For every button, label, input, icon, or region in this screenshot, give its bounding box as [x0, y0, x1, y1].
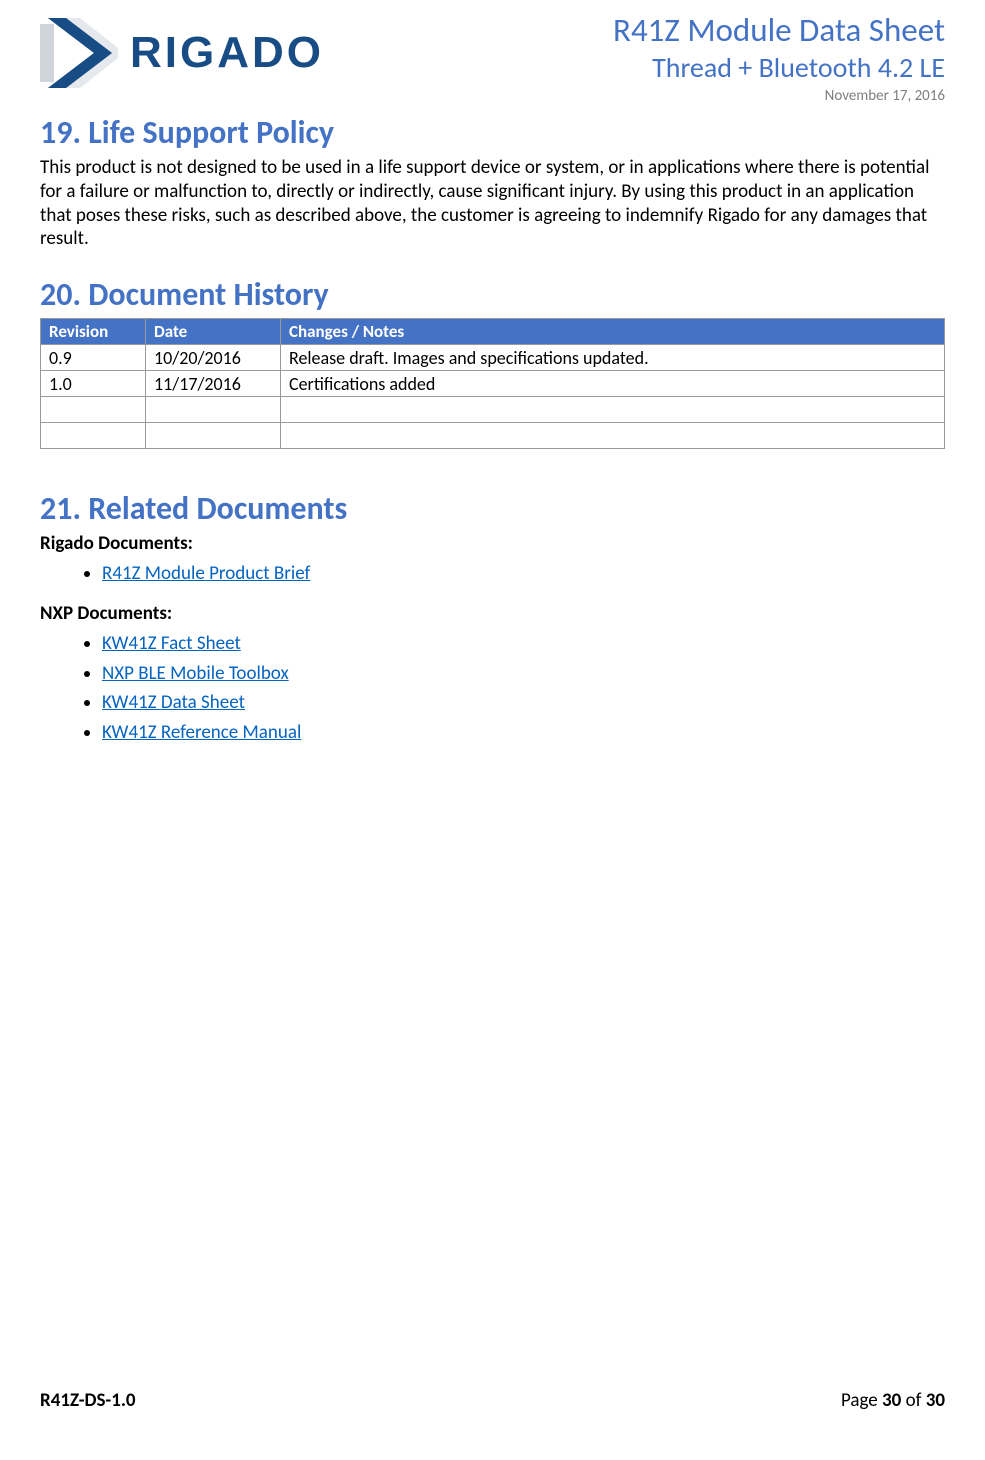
cell-revision: 0.9 — [41, 345, 146, 371]
link-kw41z-data-sheet[interactable]: KW41Z Data Sheet — [102, 691, 245, 714]
rigado-logo-icon — [40, 18, 120, 88]
cell-date — [146, 397, 281, 423]
cell-revision — [41, 397, 146, 423]
footer-doc-id: R41Z-DS-1.0 — [40, 1389, 136, 1412]
link-kw41z-reference-manual[interactable]: KW41Z Reference Manual — [102, 721, 301, 744]
logo-area: RIGADO — [40, 10, 324, 88]
link-nxp-ble-toolbox[interactable]: NXP BLE Mobile Toolbox — [102, 662, 289, 685]
table-row: 0.9 10/20/2016 Release draft. Images and… — [41, 345, 945, 371]
list-item: KW41Z Fact Sheet — [102, 629, 945, 658]
section-19-body: This product is not designed to be used … — [40, 156, 945, 251]
list-item: KW41Z Data Sheet — [102, 688, 945, 717]
section-20-heading: 20. Document History — [40, 275, 945, 314]
header-titles: R41Z Module Data Sheet Thread + Bluetoot… — [613, 10, 945, 105]
table-row — [41, 397, 945, 423]
list-item: R41Z Module Product Brief — [102, 559, 945, 588]
col-header-revision: Revision — [41, 319, 146, 345]
table-row — [41, 423, 945, 449]
table-header-row: Revision Date Changes / Notes — [41, 319, 945, 345]
cell-revision — [41, 423, 146, 449]
page-total: 30 — [926, 1389, 945, 1412]
page-footer: R41Z-DS-1.0 Page 30 of 30 — [40, 1389, 945, 1412]
cell-changes — [281, 397, 945, 423]
col-header-date: Date — [146, 319, 281, 345]
document-history-table: Revision Date Changes / Notes 0.9 10/20/… — [40, 318, 945, 449]
cell-date: 10/20/2016 — [146, 345, 281, 371]
footer-page-number: Page 30 of 30 — [841, 1389, 945, 1412]
logo-text: RIGADO — [130, 28, 324, 78]
nxp-documents-label: NXP Documents: — [40, 602, 945, 625]
doc-title: R41Z Module Data Sheet — [613, 10, 945, 50]
page-prefix: Page — [841, 1389, 882, 1412]
link-kw41z-fact-sheet[interactable]: KW41Z Fact Sheet — [102, 632, 241, 655]
cell-date: 11/17/2016 — [146, 371, 281, 397]
nxp-documents-list: KW41Z Fact Sheet NXP BLE Mobile Toolbox … — [40, 629, 945, 747]
page-current: 30 — [882, 1389, 901, 1412]
page-header: RIGADO R41Z Module Data Sheet Thread + B… — [40, 10, 945, 105]
link-r41z-product-brief[interactable]: R41Z Module Product Brief — [102, 562, 310, 585]
doc-subtitle: Thread + Bluetooth 4.2 LE — [613, 50, 945, 85]
section-19-heading: 19. Life Support Policy — [40, 113, 945, 152]
cell-changes — [281, 423, 945, 449]
doc-date: November 17, 2016 — [613, 87, 945, 105]
cell-revision: 1.0 — [41, 371, 146, 397]
rigado-documents-label: Rigado Documents: — [40, 532, 945, 555]
table-row: 1.0 11/17/2016 Certifications added — [41, 371, 945, 397]
cell-changes: Certifications added — [281, 371, 945, 397]
rigado-documents-list: R41Z Module Product Brief — [40, 559, 945, 588]
cell-date — [146, 423, 281, 449]
page-of: of — [901, 1389, 925, 1412]
list-item: NXP BLE Mobile Toolbox — [102, 659, 945, 688]
cell-changes: Release draft. Images and specifications… — [281, 345, 945, 371]
list-item: KW41Z Reference Manual — [102, 718, 945, 747]
col-header-changes: Changes / Notes — [281, 319, 945, 345]
section-21-heading: 21. Related Documents — [40, 489, 945, 528]
